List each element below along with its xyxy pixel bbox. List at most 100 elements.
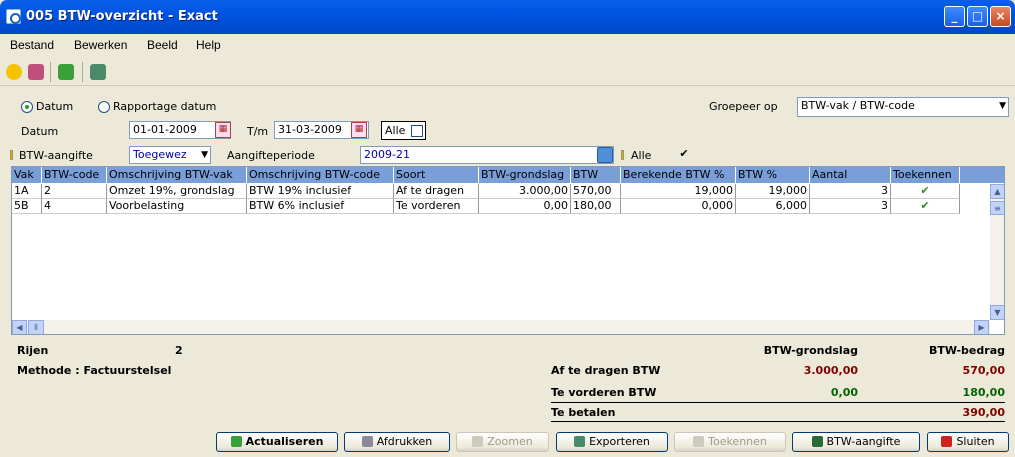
book-icon[interactable]: [28, 64, 44, 80]
column-header[interactable]: BTW %: [736, 167, 810, 183]
table-cell[interactable]: Omzet 19%, grondslag: [107, 184, 247, 199]
required-marker: [10, 150, 13, 160]
tm-label: T/m: [247, 125, 269, 138]
menu-help[interactable]: Help: [196, 38, 221, 52]
column-header[interactable]: Soort: [394, 167, 479, 183]
table-cell[interactable]: 4: [42, 199, 107, 214]
afdrukken-button[interactable]: Afdrukken: [344, 432, 450, 452]
column-header[interactable]: Aantal: [810, 167, 891, 183]
toekennen-label: Toekennen: [708, 435, 767, 448]
table-cell[interactable]: Te vorderen: [394, 199, 479, 214]
column-header[interactable]: Omschrijving BTW-code: [247, 167, 394, 183]
table-cell[interactable]: 6,000: [736, 199, 810, 214]
assign-icon: [693, 436, 705, 447]
groepeer-select[interactable]: BTW-vak / BTW-code ▼: [797, 97, 1009, 117]
toekennen-check-icon[interactable]: ✔: [891, 199, 960, 214]
search-icon[interactable]: [597, 147, 613, 163]
actualiseren-label: Actualiseren: [245, 435, 324, 448]
toolbar-separator: [82, 62, 83, 82]
alle-label: Alle: [385, 124, 406, 137]
alle2-label: Alle: [631, 149, 652, 162]
table-cell[interactable]: Af te dragen: [394, 184, 479, 199]
export-icon: [574, 436, 586, 447]
scroll-up-icon[interactable]: ▲: [990, 184, 1004, 199]
table-cell[interactable]: 570,00: [571, 184, 621, 199]
table-cell[interactable]: BTW 19% inclusief: [247, 184, 394, 199]
scroll-right-icon[interactable]: ▶: [974, 320, 989, 334]
table-cell[interactable]: BTW 6% inclusief: [247, 199, 394, 214]
summary-divider: [551, 402, 1005, 403]
menu-bewerken[interactable]: Bewerken: [74, 38, 127, 52]
toekennen-check-icon[interactable]: ✔: [891, 184, 960, 199]
table-cell[interactable]: 1A: [12, 184, 42, 199]
bedrag-header: BTW-bedrag: [928, 344, 1005, 357]
column-header-filler: [960, 167, 1004, 183]
te-grondslag-value: 0,00: [830, 386, 858, 399]
calendar-icon[interactable]: ▦: [215, 122, 231, 138]
periode-value: 2009-21: [364, 148, 410, 161]
exporteren-button[interactable]: Exporteren: [556, 432, 668, 452]
close-button[interactable]: ×: [990, 6, 1011, 27]
table-cell[interactable]: Voorbelasting: [107, 199, 247, 214]
periode-label: Aangifteperiode: [227, 149, 315, 162]
btw-aangifte-button[interactable]: BTW-aangifte: [792, 432, 920, 452]
export-icon[interactable]: [90, 64, 106, 80]
toekennen-button[interactable]: Toekennen: [674, 432, 786, 452]
vertical-scrollbar[interactable]: ▲ ≡ ▼: [990, 184, 1004, 320]
column-header[interactable]: Toekennen: [891, 167, 960, 183]
btw-table: Vak BTW-code Omschrijving BTW-vak Omschr…: [11, 166, 1005, 335]
menu-beeld[interactable]: Beeld: [147, 38, 178, 52]
actualiseren-button[interactable]: Actualiseren: [216, 432, 338, 452]
column-header[interactable]: BTW: [571, 167, 621, 183]
methode-text: Methode : Factuurstelsel: [17, 364, 172, 377]
table-cell[interactable]: 2: [42, 184, 107, 199]
refresh-icon[interactable]: [58, 64, 74, 80]
column-header[interactable]: BTW-code: [42, 167, 107, 183]
radio-rapportage-label: Rapportage datum: [113, 100, 217, 113]
table-cell[interactable]: 5B: [12, 199, 42, 214]
table-cell[interactable]: 180,00: [571, 199, 621, 214]
table-cell[interactable]: 0,000: [621, 199, 736, 214]
horizontal-scrollbar[interactable]: ◀ ⦀ ▶: [12, 320, 990, 334]
table-cell[interactable]: 19,000: [736, 184, 810, 199]
maximize-button[interactable]: □: [967, 6, 988, 27]
euro-icon[interactable]: [6, 64, 22, 80]
zoomen-label: Zoomen: [487, 435, 533, 448]
minimize-button[interactable]: _: [944, 6, 965, 27]
alle2-checkbox[interactable]: ✔: [678, 148, 690, 161]
btw-aangifte-label: BTW-aangifte: [826, 435, 901, 448]
calendar-icon[interactable]: ▦: [351, 122, 367, 138]
table-cell[interactable]: 3.000,00: [479, 184, 571, 199]
table-cell[interactable]: 0,00: [479, 199, 571, 214]
datum-from-value: 01-01-2009: [133, 123, 197, 136]
groepeer-label: Groepeer op: [709, 100, 778, 113]
scroll-down-icon[interactable]: ▼: [990, 305, 1004, 320]
periode-field[interactable]: 2009-21: [360, 146, 614, 164]
aangifte-select[interactable]: Toegewez ▼: [129, 146, 211, 164]
alle-box: Alle: [381, 121, 426, 140]
title-bar: 005 BTW-overzicht - Exact _ □ ×: [0, 0, 1015, 34]
aangifte-label: BTW-aangifte: [19, 149, 93, 162]
scroll-left-icon[interactable]: ◀: [12, 320, 27, 334]
exporteren-label: Exporteren: [589, 435, 650, 448]
column-header[interactable]: BTW-grondslag: [479, 167, 571, 183]
column-header[interactable]: Berekende BTW %: [621, 167, 736, 183]
te-betalen-label: Te betalen: [551, 406, 616, 419]
table-cell[interactable]: 19,000: [621, 184, 736, 199]
menu-bestand[interactable]: Bestand: [10, 38, 54, 52]
scroll-thumb[interactable]: ≡: [990, 201, 1004, 215]
zoom-icon: [472, 436, 484, 447]
alle-checkbox[interactable]: [411, 125, 423, 137]
aangifte-value: Toegewez: [133, 148, 187, 161]
column-header[interactable]: Vak: [12, 167, 42, 183]
zoomen-button[interactable]: Zoomen: [456, 432, 549, 452]
radio-datum[interactable]: [21, 101, 33, 113]
table-cell[interactable]: 3: [810, 184, 891, 199]
scroll-thumb[interactable]: ⦀: [28, 320, 44, 334]
sluiten-button[interactable]: Sluiten: [927, 432, 1009, 452]
radio-rapportage-datum[interactable]: [98, 101, 110, 113]
te-betalen-value: 390,00: [962, 406, 1005, 419]
column-header[interactable]: Omschrijving BTW-vak: [107, 167, 247, 183]
table-cell[interactable]: 3: [810, 199, 891, 214]
te-vorderen-label: Te vorderen BTW: [551, 386, 657, 399]
